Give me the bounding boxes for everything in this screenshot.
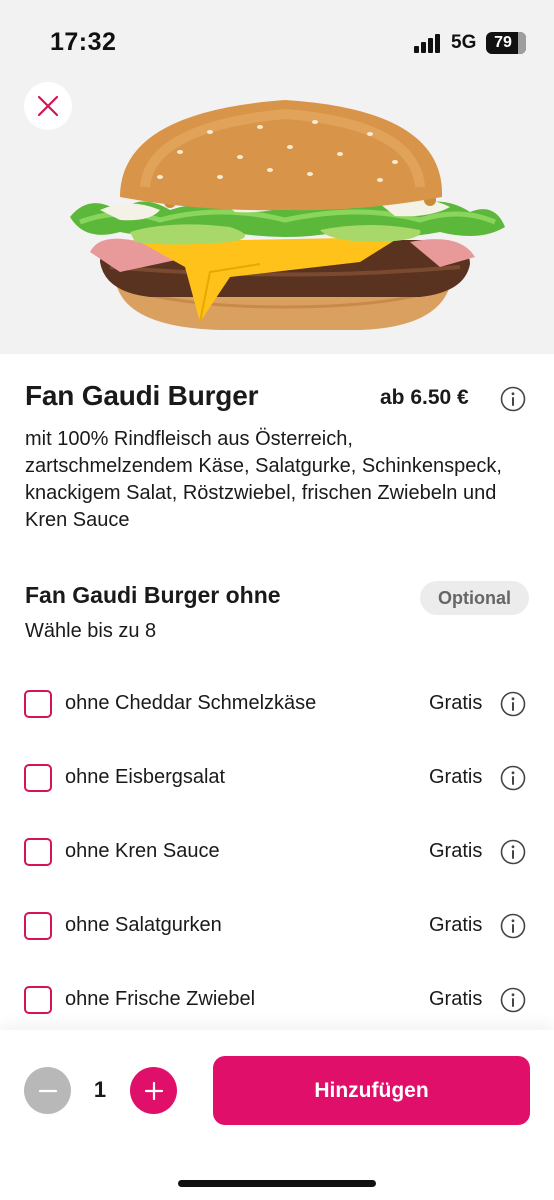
quantity-decrement-button[interactable] bbox=[24, 1067, 71, 1114]
product-title: Fan Gaudi Burger bbox=[25, 380, 259, 411]
signal-icon bbox=[414, 33, 444, 53]
option-price: Gratis bbox=[429, 840, 483, 862]
status-time: 17:32 bbox=[50, 28, 117, 56]
option-price: Gratis bbox=[429, 988, 483, 1010]
status-bar: 17:32 5G 79 bbox=[0, 0, 554, 88]
option-label: ohne Kren Sauce bbox=[65, 840, 220, 862]
battery-level: 79 bbox=[494, 34, 512, 51]
option-checkbox[interactable] bbox=[24, 986, 52, 1014]
option-price: Gratis bbox=[429, 692, 483, 714]
option-info-button[interactable] bbox=[500, 987, 526, 1018]
quantity-value: 1 bbox=[93, 1077, 107, 1102]
option-checkbox[interactable] bbox=[24, 838, 52, 866]
burger-photo bbox=[70, 100, 505, 330]
close-icon bbox=[37, 95, 59, 117]
option-price: Gratis bbox=[429, 766, 483, 788]
product-description: mit 100% Rindfleisch aus Österreich, zar… bbox=[25, 428, 502, 531]
plus-icon bbox=[144, 1081, 163, 1100]
info-icon bbox=[500, 765, 526, 791]
battery-icon: 79 bbox=[486, 32, 526, 54]
option-checkbox[interactable] bbox=[24, 764, 52, 792]
info-icon bbox=[500, 987, 526, 1013]
option-info-button[interactable] bbox=[500, 913, 526, 944]
option-row-cheddar[interactable]: ohne Cheddar Schmelzkäse Gratis bbox=[0, 674, 554, 734]
option-checkbox[interactable] bbox=[24, 690, 52, 718]
option-label: ohne Salatgurken bbox=[65, 914, 222, 936]
info-icon bbox=[500, 691, 526, 717]
option-label: ohne Eisbergsalat bbox=[65, 766, 226, 788]
info-icon bbox=[500, 913, 526, 939]
options-section-title: Fan Gaudi Burger ohne bbox=[25, 582, 281, 608]
option-price: Gratis bbox=[429, 914, 483, 936]
option-label: ohne Cheddar Schmelzkäse bbox=[65, 692, 317, 714]
option-row-salatgurken[interactable]: ohne Salatgurken Gratis bbox=[0, 896, 554, 956]
option-info-button[interactable] bbox=[500, 839, 526, 870]
network-type: 5G bbox=[451, 32, 477, 53]
price-info-button[interactable] bbox=[500, 386, 526, 417]
options-section-subtitle: Wähle bis zu 8 bbox=[25, 620, 157, 642]
info-icon bbox=[500, 386, 526, 412]
close-button[interactable] bbox=[24, 82, 72, 130]
add-to-cart-button[interactable]: Hinzufügen bbox=[213, 1056, 530, 1125]
product-price: ab 6.50 € bbox=[380, 386, 469, 409]
option-row-kren-sauce[interactable]: ohne Kren Sauce Gratis bbox=[0, 822, 554, 882]
option-label: ohne Frische Zwiebel bbox=[65, 988, 256, 1010]
optional-badge: Optional bbox=[420, 581, 529, 615]
minus-icon bbox=[38, 1089, 57, 1092]
quantity-increment-button[interactable] bbox=[130, 1067, 177, 1114]
home-indicator[interactable] bbox=[178, 1180, 376, 1187]
info-icon bbox=[500, 839, 526, 865]
option-info-button[interactable] bbox=[500, 765, 526, 796]
option-checkbox[interactable] bbox=[24, 912, 52, 940]
option-row-eisbergsalat[interactable]: ohne Eisbergsalat Gratis bbox=[0, 748, 554, 808]
option-info-button[interactable] bbox=[500, 691, 526, 722]
option-row-frische-zwiebel[interactable]: ohne Frische Zwiebel Gratis bbox=[0, 970, 554, 1030]
